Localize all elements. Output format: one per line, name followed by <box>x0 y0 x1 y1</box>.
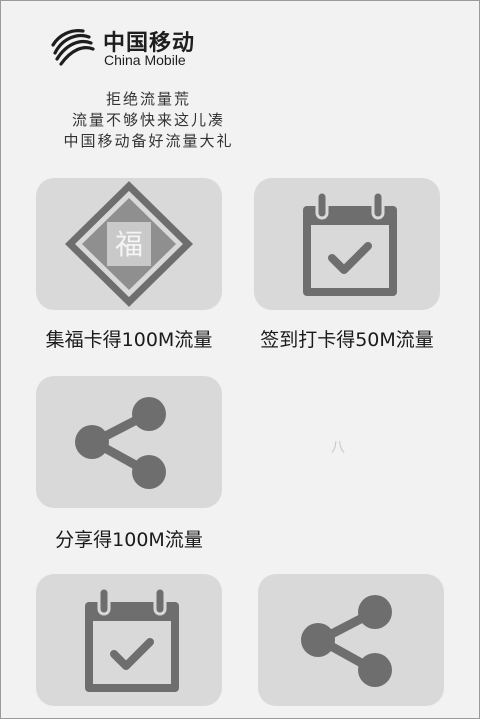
calendar-check-icon <box>303 190 397 296</box>
share-icon <box>301 595 392 687</box>
share-tile-2[interactable] <box>258 574 444 706</box>
check-in-label[interactable]: 签到打卡得50M流量 <box>242 325 452 352</box>
slogan-line-2: 流量不够快来这儿凑 <box>71 111 225 129</box>
calendar-check-icon <box>85 586 179 692</box>
slogan-line-1: 拒绝流量荒 <box>105 90 191 108</box>
slogan: 拒绝流量荒 流量不够快来这儿凑 中国移动备好流量大礼 <box>1 89 296 152</box>
china-mobile-logo-icon <box>51 29 95 66</box>
fu-card-icon: 福 <box>65 181 193 307</box>
check-in-tile[interactable] <box>254 178 440 310</box>
faint-glyph: 八 <box>331 440 345 456</box>
calendar-tile-2[interactable] <box>36 574 222 706</box>
slogan-line-3: 中国移动备好流量大礼 <box>63 132 234 150</box>
fu-character: 福 <box>115 228 143 261</box>
share-label[interactable]: 分享得100M流量 <box>36 525 222 552</box>
collect-fu-card-tile[interactable]: 福 <box>36 178 222 310</box>
share-tile[interactable] <box>36 376 222 508</box>
share-icon <box>75 397 166 489</box>
brand-name-en: China Mobile <box>104 52 186 68</box>
collect-fu-card-label[interactable]: 集福卡得100M流量 <box>36 325 222 352</box>
app-frame: 中国移动 China Mobile 拒绝流量荒 流量不够快来这儿凑 中国移动备好… <box>0 0 480 719</box>
china-mobile-logo: 中国移动 China Mobile <box>49 23 209 73</box>
